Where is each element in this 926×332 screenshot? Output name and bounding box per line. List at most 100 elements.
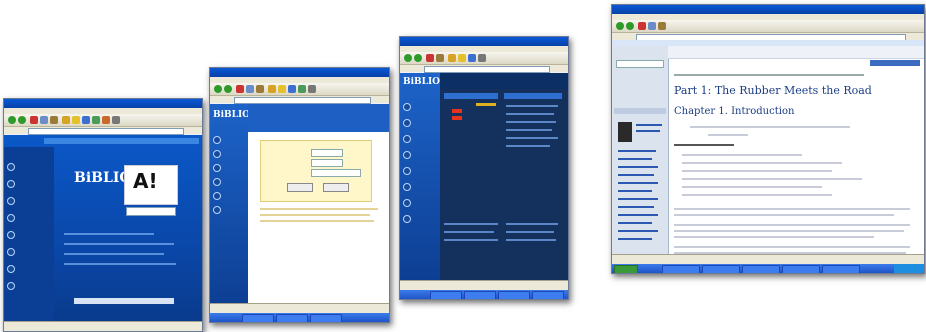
address-bar[interactable]	[612, 33, 924, 41]
toolbar[interactable]	[612, 20, 924, 33]
window-titlebar[interactable]	[4, 99, 202, 108]
forward-icon[interactable]	[224, 85, 232, 93]
search-field[interactable]	[616, 60, 664, 68]
taskbar-button[interactable]	[782, 265, 820, 273]
taskbar-button[interactable]	[276, 314, 308, 322]
window-titlebar[interactable]	[400, 37, 568, 46]
nav-buttons[interactable]	[870, 60, 920, 66]
nav-item[interactable]	[7, 248, 53, 256]
history-icon[interactable]	[92, 116, 100, 124]
window-biblio-results[interactable]: BiBLIO	[399, 36, 569, 300]
favorites-icon[interactable]	[72, 116, 80, 124]
nav-item[interactable]	[403, 119, 449, 127]
nav-item[interactable]	[7, 231, 53, 239]
home-icon[interactable]	[436, 54, 444, 62]
taskbar-button[interactable]	[702, 265, 740, 273]
nav-item[interactable]	[7, 265, 53, 273]
nav-item[interactable]	[213, 150, 259, 158]
media-icon[interactable]	[468, 54, 476, 62]
stop-icon[interactable]	[638, 22, 646, 30]
nav-item[interactable]	[7, 197, 53, 205]
system-tray[interactable]	[894, 264, 924, 273]
toolbar[interactable]	[400, 52, 568, 65]
ad-banner[interactable]: A!	[124, 165, 178, 205]
forward-icon[interactable]	[18, 116, 26, 124]
forward-icon[interactable]	[626, 22, 634, 30]
address-input[interactable]	[424, 66, 550, 73]
taskbar[interactable]	[400, 290, 568, 299]
search-icon[interactable]	[268, 85, 276, 93]
refresh-icon[interactable]	[648, 22, 656, 30]
forward-icon[interactable]	[414, 54, 422, 62]
nav-item[interactable]	[213, 192, 259, 200]
taskbar-button[interactable]	[242, 314, 274, 322]
favorites-icon[interactable]	[458, 54, 466, 62]
toc-item[interactable]	[618, 206, 654, 208]
taskbar-button[interactable]	[662, 265, 700, 273]
window-titlebar[interactable]	[612, 5, 924, 14]
nav-item[interactable]	[213, 206, 259, 214]
window-titlebar[interactable]	[210, 68, 389, 77]
home-icon[interactable]	[658, 22, 666, 30]
back-icon[interactable]	[8, 116, 16, 124]
search-field[interactable]	[311, 169, 361, 177]
nav-item[interactable]	[403, 183, 449, 191]
media-icon[interactable]	[288, 85, 296, 93]
toc-item[interactable]	[618, 214, 658, 216]
taskbar-button[interactable]	[310, 314, 342, 322]
window-knowledge-management[interactable]: Part 1: The Rubber Meets the Road Chapte…	[611, 4, 925, 274]
toc-item[interactable]	[618, 174, 654, 176]
reset-button[interactable]	[323, 183, 349, 192]
home-icon[interactable]	[256, 85, 264, 93]
nav-item[interactable]	[403, 199, 449, 207]
nav-item[interactable]	[7, 163, 53, 171]
stop-icon[interactable]	[30, 116, 38, 124]
toc-item[interactable]	[618, 238, 652, 240]
window-biblio-search[interactable]: BiBLIO	[209, 67, 390, 323]
home-icon[interactable]	[50, 116, 58, 124]
start-button[interactable]	[614, 265, 638, 273]
taskbar-button[interactable]	[532, 291, 564, 299]
nav-item[interactable]	[403, 151, 449, 159]
result-badge[interactable]	[452, 116, 462, 120]
toc-item[interactable]	[618, 158, 652, 160]
taskbar[interactable]	[210, 313, 389, 322]
taskbar-button[interactable]	[742, 265, 780, 273]
nav-item[interactable]	[213, 178, 259, 186]
address-input[interactable]	[28, 128, 184, 135]
toc-item[interactable]	[618, 182, 658, 184]
address-bar[interactable]	[400, 65, 568, 73]
taskbar-button[interactable]	[822, 265, 860, 273]
book-cover[interactable]	[618, 122, 632, 142]
toc-item[interactable]	[618, 150, 656, 152]
refresh-icon[interactable]	[40, 116, 48, 124]
favorites-icon[interactable]	[278, 85, 286, 93]
search-field[interactable]	[311, 149, 343, 157]
search-icon[interactable]	[448, 54, 456, 62]
result-badge[interactable]	[452, 109, 462, 113]
toolbar[interactable]	[4, 114, 202, 127]
taskbar-button[interactable]	[464, 291, 496, 299]
back-icon[interactable]	[404, 54, 412, 62]
nav-item[interactable]	[213, 164, 259, 172]
media-icon[interactable]	[82, 116, 90, 124]
toc-item[interactable]	[636, 124, 662, 126]
nav-item[interactable]	[7, 180, 53, 188]
stop-icon[interactable]	[426, 54, 434, 62]
nav-item[interactable]	[403, 135, 449, 143]
back-icon[interactable]	[214, 85, 222, 93]
taskbar[interactable]	[612, 264, 924, 273]
stop-icon[interactable]	[236, 85, 244, 93]
submit-button[interactable]	[287, 183, 313, 192]
toc-item[interactable]	[618, 190, 652, 192]
toc-item[interactable]	[618, 166, 658, 168]
mail-icon[interactable]	[102, 116, 110, 124]
toc-item[interactable]	[618, 198, 658, 200]
print-icon[interactable]	[478, 54, 486, 62]
nav-item[interactable]	[7, 282, 53, 290]
taskbar-button[interactable]	[430, 291, 462, 299]
nav-item[interactable]	[213, 136, 259, 144]
toc-item[interactable]	[618, 222, 652, 224]
address-input[interactable]	[234, 97, 371, 104]
search-field[interactable]	[311, 159, 343, 167]
